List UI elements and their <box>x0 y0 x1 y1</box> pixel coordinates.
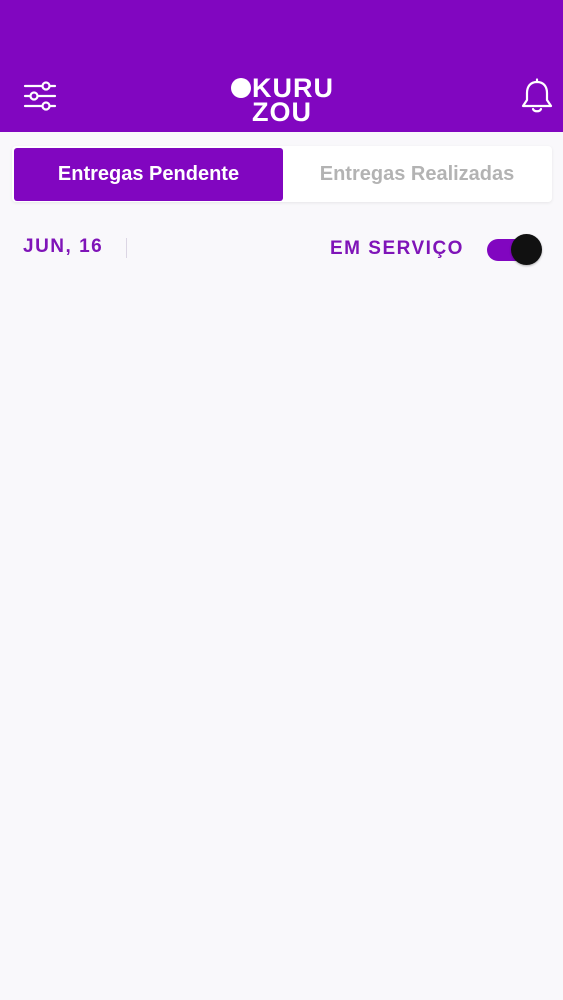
logo-line-2: ZOU <box>252 97 312 127</box>
deliveries-list-area <box>0 280 563 1000</box>
app-header: KURU ZOU <box>0 0 563 132</box>
current-date: JUN, 16 <box>23 236 104 257</box>
toggle-knob <box>511 234 542 265</box>
service-status-label: EM SERVIÇO <box>330 238 464 259</box>
tab-entregas-realizadas[interactable]: Entregas Realizadas <box>284 146 550 202</box>
filter-sliders-icon <box>23 81 57 111</box>
logo-dot <box>231 78 251 98</box>
delivery-tabs: Entregas Pendente Entregas Realizadas <box>12 146 552 202</box>
bell-icon <box>521 78 553 113</box>
filter-button[interactable] <box>22 78 58 114</box>
app-logo: KURU ZOU <box>228 74 338 128</box>
tab-entregas-pendente[interactable]: Entregas Pendente <box>14 148 283 201</box>
status-divider <box>126 238 127 258</box>
service-toggle[interactable] <box>487 234 545 266</box>
notifications-button[interactable] <box>520 78 554 114</box>
